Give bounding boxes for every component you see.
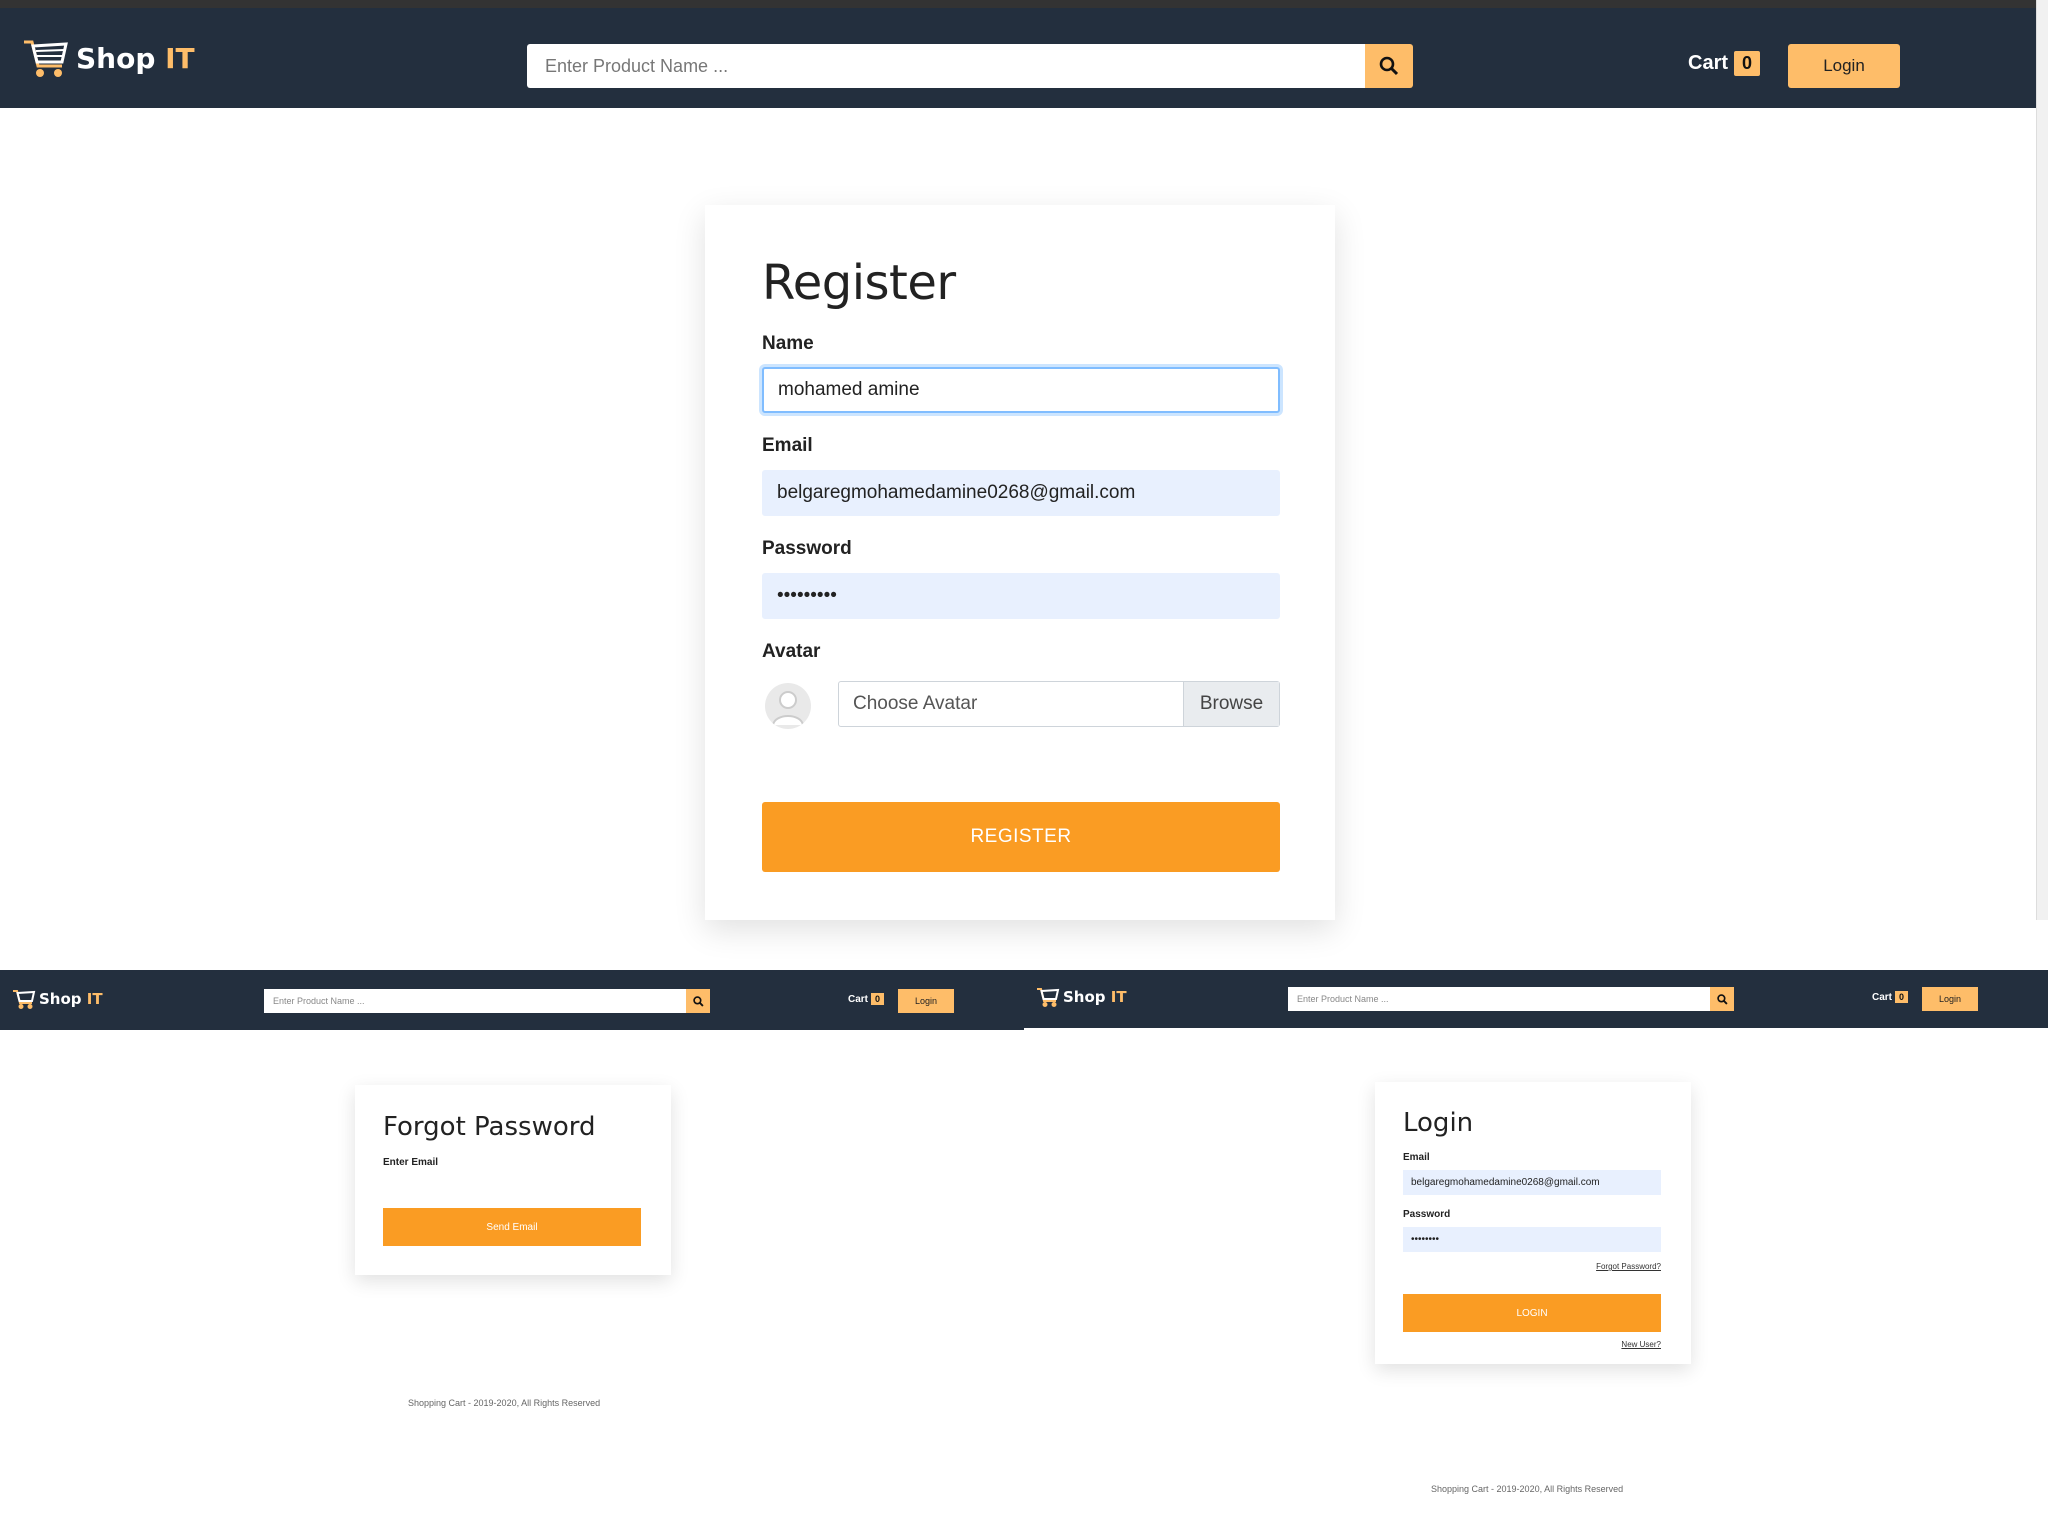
cart-link[interactable]: Cart 0 xyxy=(848,993,885,1005)
brand-name: Shop IT xyxy=(39,990,103,1008)
brand-logo[interactable]: Shop IT xyxy=(22,36,195,80)
shopping-cart-logo-icon xyxy=(1037,988,1060,1007)
login-window: Shop IT Cart 0 Login Login Email belgare… xyxy=(1024,970,2048,1536)
email-label: Email xyxy=(762,435,813,456)
forgot-password-card: Forgot Password Enter Email Send Email xyxy=(355,1085,671,1275)
email-label: Email xyxy=(1403,1152,1430,1163)
search-icon xyxy=(692,995,704,1007)
forgot-password-link[interactable]: Forgot Password? xyxy=(1596,1262,1661,1271)
search-button[interactable] xyxy=(1710,987,1734,1011)
shopping-cart-logo-icon xyxy=(13,990,36,1009)
brand-logo[interactable]: Shop IT xyxy=(1036,986,1127,1008)
login-button[interactable]: Login xyxy=(1788,44,1900,88)
shopping-cart-logo-icon xyxy=(24,40,68,77)
search-button[interactable] xyxy=(1365,44,1413,88)
login-button[interactable]: Login xyxy=(898,989,954,1013)
password-label: Password xyxy=(762,538,852,559)
search-button[interactable] xyxy=(686,989,710,1013)
password-field[interactable]: •••••••• xyxy=(1403,1227,1661,1252)
email-field[interactable] xyxy=(762,470,1280,516)
new-user-link[interactable]: New User? xyxy=(1621,1340,1661,1349)
brand-name: Shop IT xyxy=(1063,988,1127,1006)
search-icon xyxy=(1379,56,1399,76)
cart-count-badge: 0 xyxy=(1734,51,1761,76)
search-bar xyxy=(527,44,1413,88)
cart-link[interactable]: Cart 0 xyxy=(1688,51,1761,76)
cart-count-badge: 0 xyxy=(871,993,885,1005)
email-label: Enter Email xyxy=(383,1157,439,1168)
cart-label: Cart xyxy=(1872,991,1893,1003)
avatar-label: Avatar xyxy=(762,641,821,662)
default-user-icon xyxy=(772,691,804,726)
footer-text: Shopping Cart - 2019-2020, All Rights Re… xyxy=(1431,1484,1624,1494)
login-button[interactable]: Login xyxy=(1922,987,1978,1011)
search-bar xyxy=(1288,987,1734,1011)
password-label: Password xyxy=(1403,1209,1451,1220)
navbar: Shop IT Cart 0 Login xyxy=(0,970,1024,1030)
password-field[interactable] xyxy=(762,573,1280,619)
page-title: Login xyxy=(1403,1108,1474,1138)
footer-text: Shopping Cart - 2019-2020, All Rights Re… xyxy=(408,1398,601,1408)
scrollbar[interactable] xyxy=(2036,0,2048,920)
avatar-file-input[interactable]: Choose Avatar Browse xyxy=(838,681,1280,727)
page-title: Forgot Password xyxy=(383,1112,596,1142)
search-input[interactable] xyxy=(1288,987,1710,1011)
avatar-preview xyxy=(765,683,811,729)
login-submit-button[interactable]: LOGIN xyxy=(1403,1294,1661,1332)
navbar: Shop IT Cart 0 Login xyxy=(0,0,2036,108)
register-button[interactable]: REGISTER xyxy=(762,802,1280,872)
search-bar xyxy=(264,989,710,1013)
brand-name: Shop IT xyxy=(76,41,195,75)
forgot-password-window: Shop IT Cart 0 Login Forgot Password Ent… xyxy=(0,970,1024,1536)
send-email-button[interactable]: Send Email xyxy=(383,1208,641,1246)
search-icon xyxy=(1716,993,1728,1005)
browse-button[interactable]: Browse xyxy=(1183,682,1279,726)
cart-label: Cart xyxy=(1688,52,1729,74)
cart-link[interactable]: Cart 0 xyxy=(1872,991,1909,1003)
page-title: Register xyxy=(762,255,956,311)
login-card: Login Email belgaregmohamedamine0268@gma… xyxy=(1375,1082,1691,1364)
name-label: Name xyxy=(762,333,814,354)
navbar: Shop IT Cart 0 Login xyxy=(1024,970,2048,1028)
name-field[interactable] xyxy=(762,367,1280,413)
cart-count-badge: 0 xyxy=(1895,991,1909,1003)
register-window: Shop IT Cart 0 Login Register Name Email… xyxy=(0,0,2048,970)
cart-label: Cart xyxy=(848,993,869,1005)
avatar-file-text: Choose Avatar xyxy=(853,693,978,714)
register-card: Register Name Email Password Avatar Choo… xyxy=(705,205,1335,920)
email-field[interactable]: belgaregmohamedamine0268@gmail.com xyxy=(1403,1170,1661,1195)
brand-logo[interactable]: Shop IT xyxy=(12,988,103,1010)
search-input[interactable] xyxy=(264,989,686,1013)
search-input[interactable] xyxy=(527,44,1365,88)
